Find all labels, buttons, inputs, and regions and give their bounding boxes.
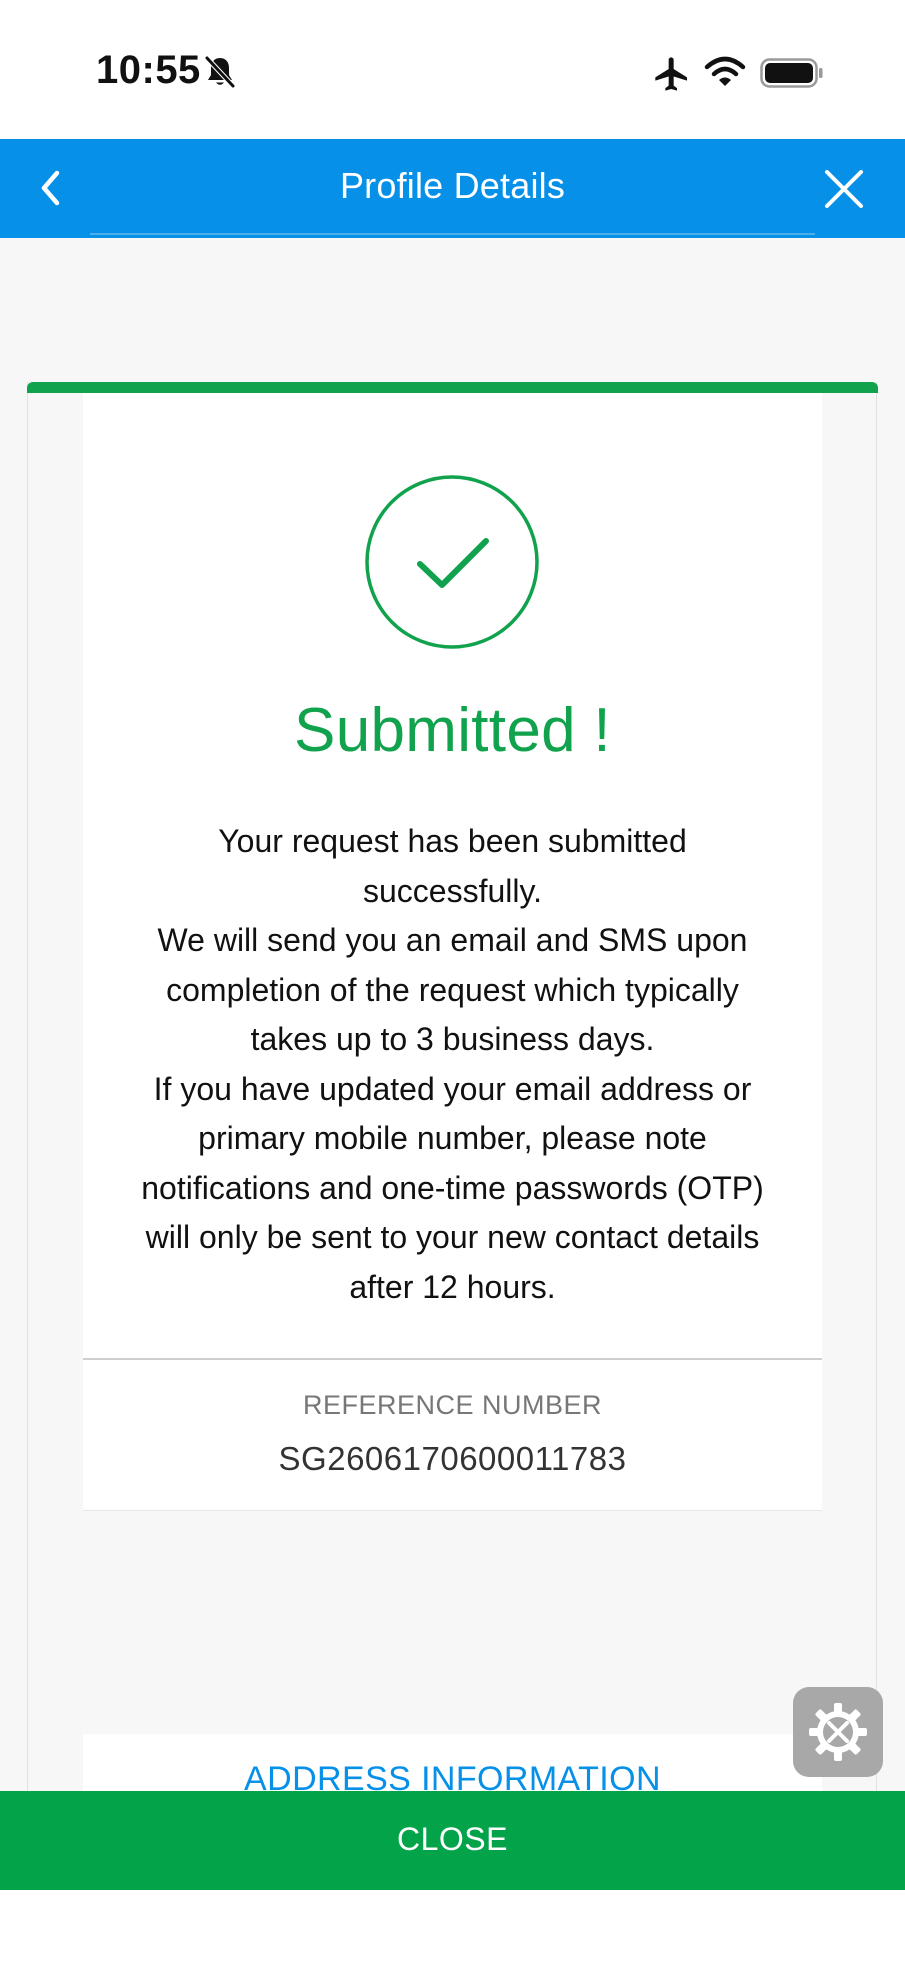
message-line: after 12 hours. — [349, 1268, 556, 1305]
message-line: We will send you an email and SMS upon — [157, 922, 748, 958]
wifi-icon — [704, 56, 746, 86]
reference-divider — [83, 1358, 822, 1360]
back-button[interactable] — [24, 161, 78, 215]
battery-icon — [760, 58, 823, 88]
close-button-label: CLOSE — [397, 1821, 508, 1857]
app-header: Profile Details — [0, 139, 905, 238]
close-button[interactable]: CLOSE — [0, 1791, 905, 1890]
message-line: primary mobile number, please note — [198, 1120, 707, 1156]
reference-bottom-line — [83, 1510, 822, 1511]
check-circle-icon — [365, 475, 539, 649]
header-underline — [90, 233, 815, 235]
reference-label: REFERENCE NUMBER — [302, 1390, 603, 1420]
success-message: Your request has been submitted successf… — [93, 817, 812, 1312]
status-bar: 10:55 — [0, 0, 905, 139]
bell-off-icon — [205, 56, 235, 88]
success-accent-bar — [27, 382, 878, 393]
gear-wrench-icon — [809, 1703, 867, 1761]
reference-number: SG2606170600011783 — [278, 1440, 627, 1477]
message-line: takes up to 3 business days. — [250, 1021, 655, 1057]
close-icon[interactable] — [816, 161, 872, 217]
status-time: 10:55 — [96, 48, 201, 92]
airplane-icon — [655, 57, 687, 91]
settings-fab-button[interactable] — [793, 1687, 883, 1777]
message-line: will only be sent to your new contact de… — [145, 1219, 760, 1255]
message-line: completion of the request which typicall… — [166, 971, 739, 1008]
success-heading: Submitted ! — [294, 696, 611, 765]
bottom-safe-area — [0, 1890, 905, 1966]
message-line: If you have updated your email address o… — [153, 1070, 752, 1107]
message-line: Your request has been submitted — [218, 823, 687, 859]
message-line: successfully. — [362, 872, 542, 909]
success-panel: Submitted ! Your request has been submit… — [83, 393, 822, 1511]
message-line: notifications and one-time passwords (OT… — [141, 1169, 764, 1206]
page-title: Profile Details — [339, 165, 566, 206]
